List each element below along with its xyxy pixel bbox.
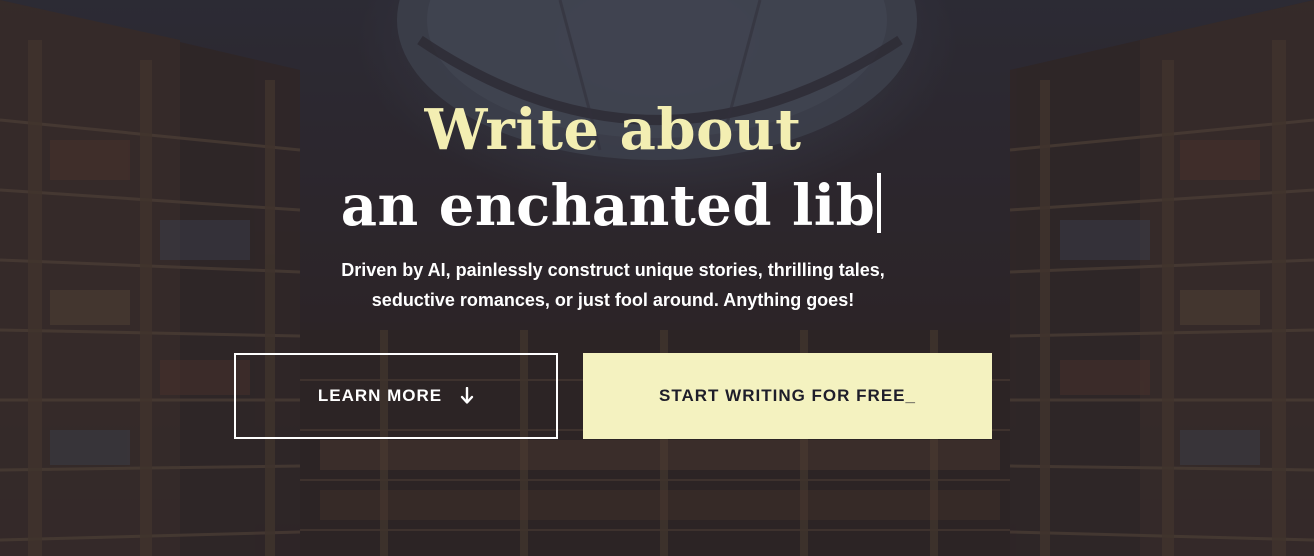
tagline: Driven by AI, painlessly construct uniqu… — [0, 255, 1226, 315]
typing-cursor — [877, 173, 882, 233]
start-writing-label: START WRITING FOR FREE_ — [659, 386, 916, 405]
headline-typing: an enchanted lib — [0, 172, 1222, 240]
learn-more-label: LEARN MORE — [317, 386, 443, 405]
hero-content: Write about an enchanted lib Driven by A… — [0, 0, 1314, 556]
headline-static: Write about — [0, 98, 1226, 162]
headline-line1: Write about — [424, 97, 802, 163]
tagline-line1: Driven by AI, painlessly construct uniqu… — [341, 260, 885, 280]
learn-more-button[interactable]: LEARN MORE — [234, 353, 558, 439]
start-writing-button[interactable]: START WRITING FOR FREE_ — [583, 353, 992, 439]
hero-section: Write about an enchanted lib Driven by A… — [0, 0, 1314, 556]
headline-line2: an enchanted lib — [340, 173, 876, 239]
arrow-down-icon — [460, 387, 474, 405]
tagline-line2: seductive romances, or just fool around.… — [371, 290, 855, 310]
